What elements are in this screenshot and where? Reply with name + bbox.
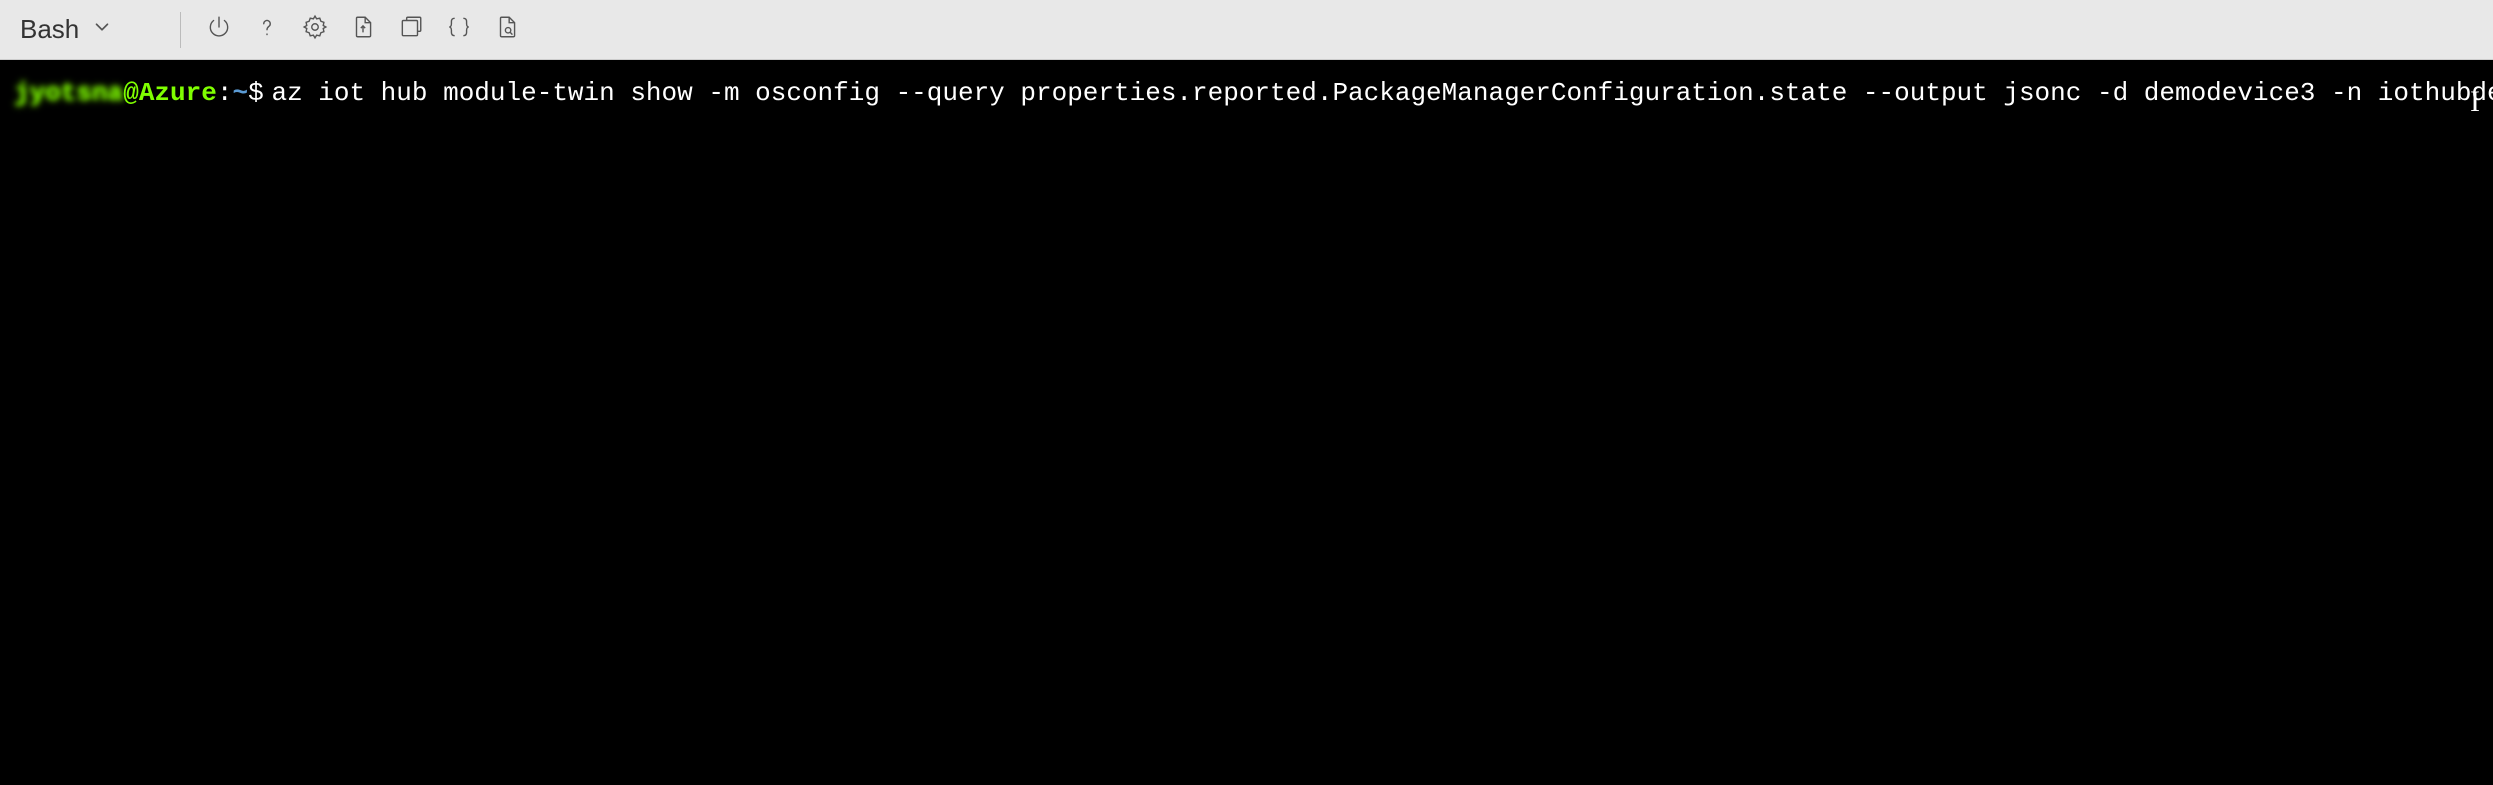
chevron-down-icon bbox=[91, 16, 113, 43]
braces-icon bbox=[446, 14, 472, 45]
settings-button[interactable] bbox=[295, 10, 335, 50]
gear-icon bbox=[302, 14, 328, 45]
terminal-prompt-line: jyotsna@Azure:~$az iot hub module-twin s… bbox=[14, 72, 2479, 111]
toolbar-divider bbox=[180, 12, 181, 48]
file-transfer-icon bbox=[350, 14, 376, 45]
power-icon bbox=[206, 14, 232, 45]
file-preview-icon bbox=[494, 14, 520, 45]
command-text: az iot hub module-twin show -m osconfig … bbox=[271, 77, 2493, 111]
restart-button[interactable] bbox=[199, 10, 239, 50]
shell-label: Bash bbox=[20, 14, 79, 45]
terminal-area[interactable]: jyotsna@Azure:~$az iot hub module-twin s… bbox=[0, 60, 2493, 785]
prompt-colon: : bbox=[217, 77, 233, 111]
editor-button[interactable] bbox=[439, 10, 479, 50]
prompt-path: ~ bbox=[232, 77, 248, 111]
cloud-shell-toolbar: Bash bbox=[0, 0, 2493, 60]
prompt-host: @Azure bbox=[123, 77, 217, 111]
new-window-icon bbox=[398, 14, 424, 45]
upload-download-button[interactable] bbox=[343, 10, 383, 50]
help-icon bbox=[254, 14, 280, 45]
shell-selector-dropdown[interactable]: Bash bbox=[12, 10, 162, 49]
help-button[interactable] bbox=[247, 10, 287, 50]
web-preview-button[interactable] bbox=[487, 10, 527, 50]
prompt-dollar: $ bbox=[248, 77, 264, 111]
prompt-user-blurred: jyotsna bbox=[14, 77, 123, 111]
new-session-button[interactable] bbox=[391, 10, 431, 50]
